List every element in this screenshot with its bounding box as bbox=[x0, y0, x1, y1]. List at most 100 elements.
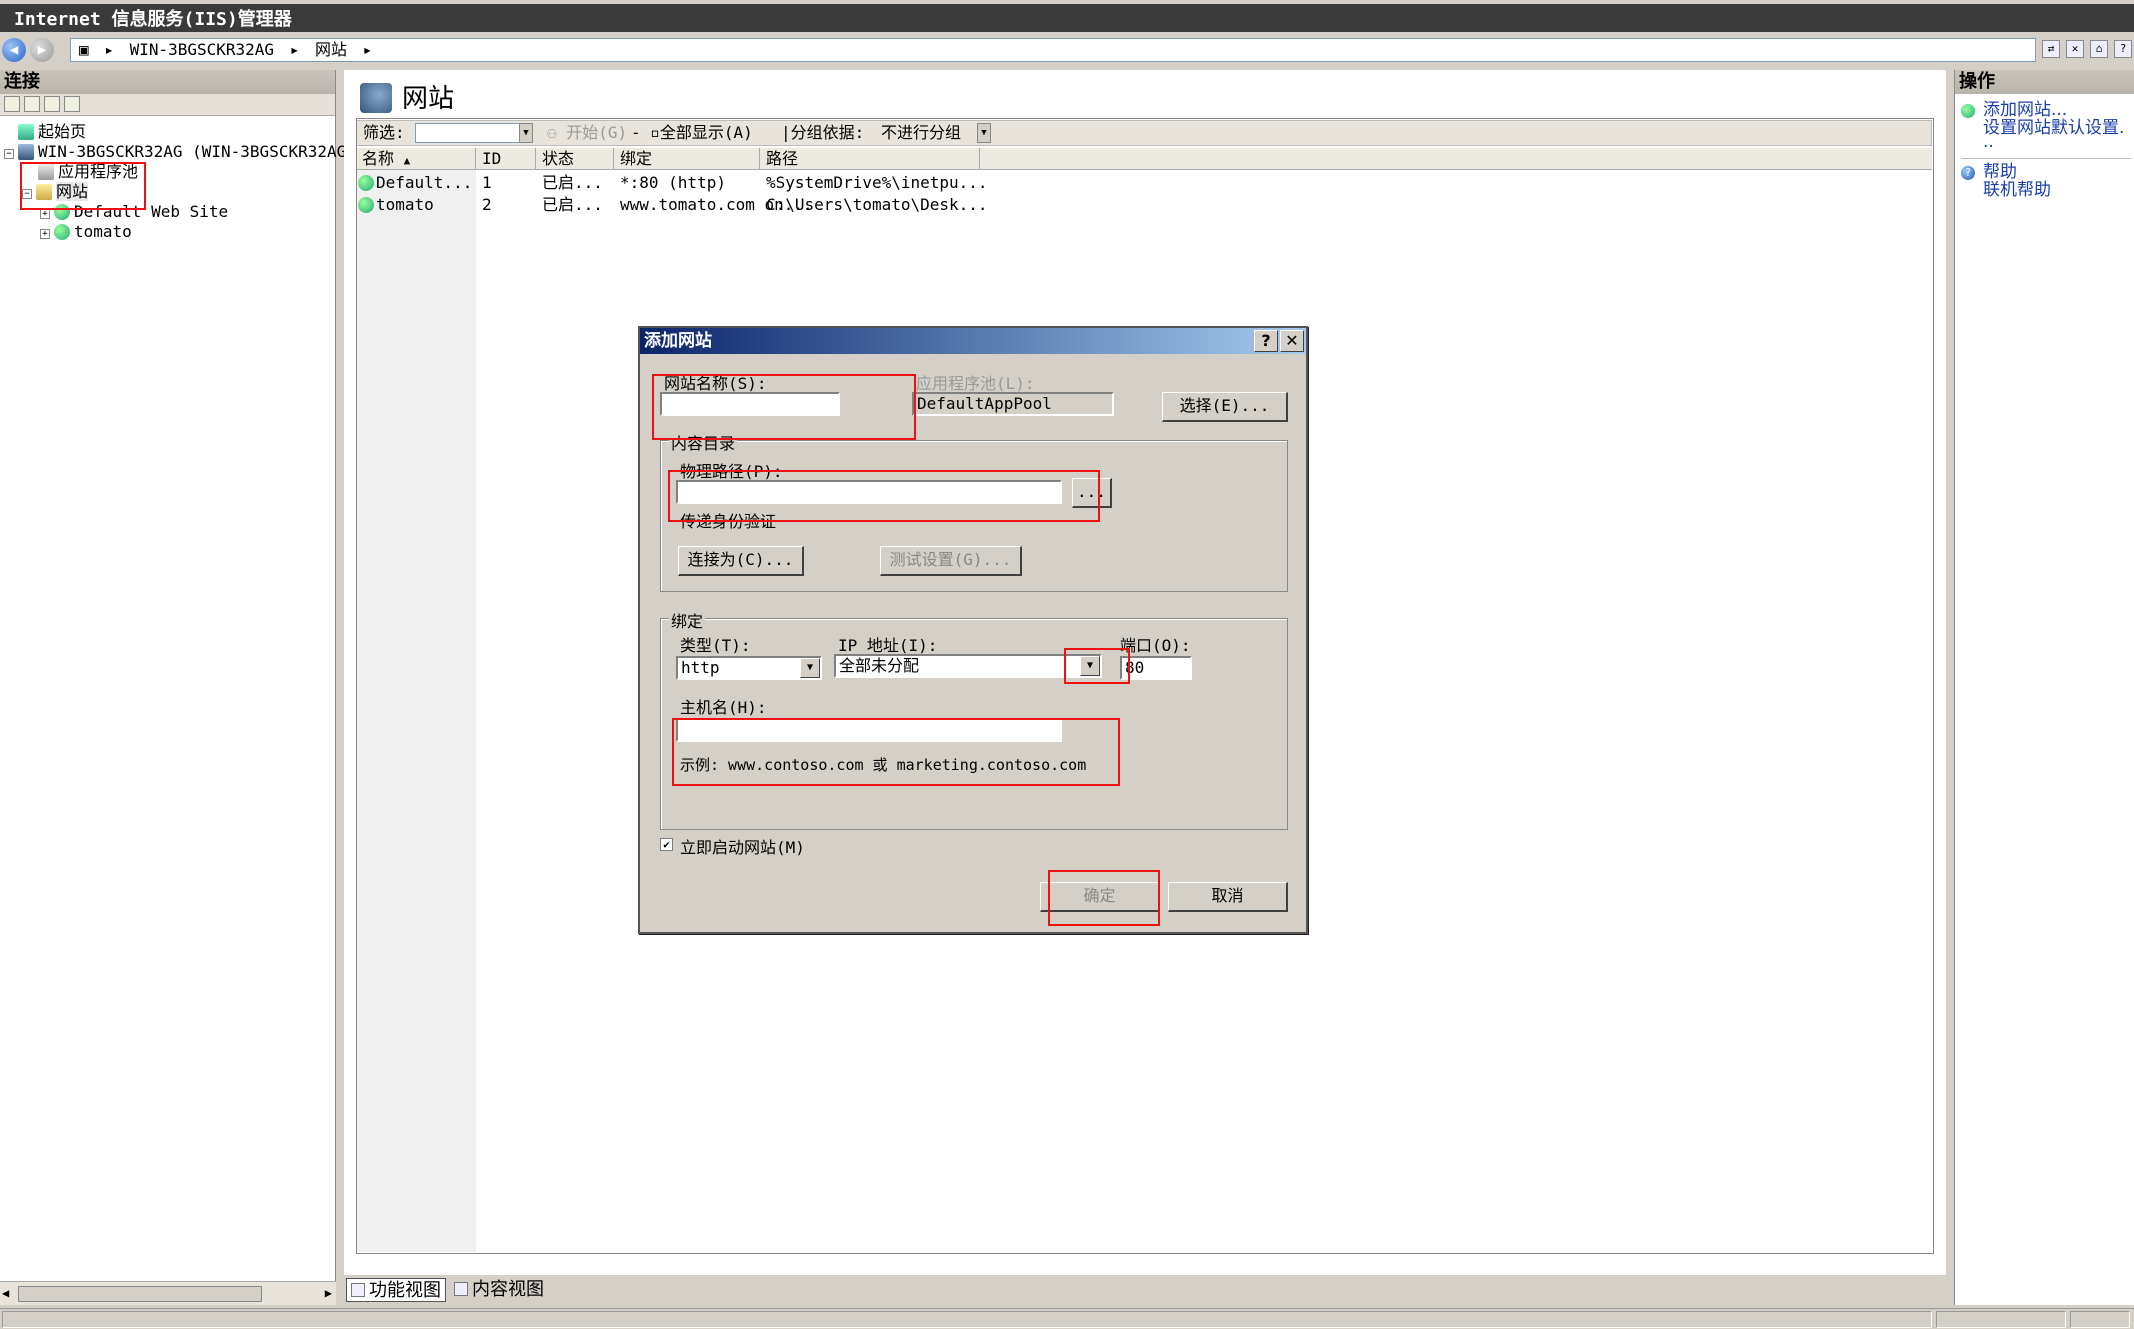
site-defaults-link-cont[interactable]: .. bbox=[1983, 134, 1994, 151]
up-icon[interactable] bbox=[44, 96, 60, 112]
sort-ascending-icon: ▲ bbox=[403, 154, 411, 167]
passthrough-auth-label: 传递身份验证 bbox=[680, 512, 777, 531]
browse-button[interactable]: ... bbox=[1072, 478, 1112, 508]
app-pool-field: DefaultAppPool bbox=[912, 392, 1114, 416]
tab-content-view[interactable]: 内容视图 bbox=[450, 1278, 548, 1302]
tab-features-view[interactable]: 功能视图 bbox=[346, 1278, 446, 1302]
column-header-status[interactable]: 状态 bbox=[536, 148, 614, 170]
table-row[interactable]: tomato 2 已启... www.tomato.com on... C:\U… bbox=[356, 194, 1932, 216]
column-header-path[interactable]: 路径 bbox=[760, 148, 980, 170]
actions-pane: 操作 添加网站... 设置网站默认设置. .. ? 帮助 联机帮助 bbox=[1954, 70, 2134, 1305]
add-site-link[interactable]: 添加网站... bbox=[1983, 100, 2067, 120]
address-separator: ▸ bbox=[104, 40, 114, 59]
address-field[interactable]: ▣ ▸ WIN-3BGSCKR32AG ▸ 网站 ▸ bbox=[70, 38, 2036, 62]
filter-dropdown-icon[interactable]: ▼ bbox=[519, 123, 533, 143]
ok-button[interactable]: 确定 bbox=[1040, 882, 1160, 912]
column-header-id[interactable]: ID bbox=[476, 148, 536, 170]
horizontal-scrollbar[interactable]: ◀ ▶ bbox=[0, 1281, 336, 1305]
group-by-select[interactable]: 不进行分组 bbox=[881, 121, 961, 145]
address-separator: ▸ bbox=[362, 40, 373, 59]
tree-item-sites[interactable]: − 网站 bbox=[22, 182, 89, 202]
tab-label: 内容视图 bbox=[472, 1279, 544, 1300]
app-pool-icon bbox=[38, 164, 54, 180]
filter-input[interactable] bbox=[415, 123, 533, 143]
cell-id: 2 bbox=[482, 195, 492, 214]
type-label: 类型(T): bbox=[680, 636, 751, 655]
refresh-icon[interactable]: ⇄ bbox=[2042, 40, 2060, 58]
home-icon[interactable]: ⌂ bbox=[2090, 40, 2108, 58]
forward-icon[interactable]: ▶ bbox=[30, 38, 54, 62]
sites-icon bbox=[360, 83, 392, 113]
save-icon[interactable] bbox=[24, 96, 40, 112]
physical-path-input[interactable] bbox=[676, 480, 1062, 504]
back-icon[interactable]: ◀ bbox=[2, 38, 26, 62]
page-title-text: 网站 bbox=[402, 84, 455, 114]
disconnect-icon[interactable] bbox=[64, 96, 80, 112]
globe-icon bbox=[358, 194, 378, 216]
features-view-icon bbox=[351, 1283, 365, 1297]
help-icon[interactable]: ? bbox=[2114, 40, 2132, 58]
ip-address-select[interactable]: 全部未分配 ▼ bbox=[834, 654, 1102, 678]
tree-label: 应用程序池 bbox=[58, 162, 139, 181]
tree-item-start-page[interactable]: 起始页 bbox=[18, 122, 86, 142]
help-link[interactable]: 帮助 bbox=[1983, 162, 2017, 182]
scroll-left-icon[interactable]: ◀ bbox=[2, 1286, 9, 1300]
site-defaults-link[interactable]: 设置网站默认设置. bbox=[1983, 118, 2124, 138]
scroll-thumb[interactable] bbox=[18, 1286, 262, 1302]
dialog-title: 添加网站 bbox=[644, 331, 712, 351]
type-select[interactable]: http ▼ bbox=[676, 656, 822, 680]
globe-icon bbox=[54, 224, 70, 240]
column-header-binding[interactable]: 绑定 bbox=[614, 148, 760, 170]
cell-path: C:\Users\tomato\Desk... bbox=[766, 195, 988, 214]
type-value: http bbox=[681, 658, 720, 677]
test-settings-button[interactable]: 测试设置(G)... bbox=[880, 546, 1022, 576]
tree-label: Default Web Site bbox=[74, 202, 229, 221]
stop-icon[interactable]: ✕ bbox=[2066, 40, 2084, 58]
connect-icon[interactable] bbox=[4, 96, 20, 112]
select-app-pool-button[interactable]: 选择(E)... bbox=[1162, 392, 1288, 422]
chevron-down-icon[interactable]: ▼ bbox=[1080, 656, 1100, 676]
connections-pane: 连接 起始页 − WIN-3BGSCKR32AG (WIN-3BGSCKR32AG… bbox=[0, 70, 356, 1305]
cell-status: 已启... bbox=[542, 195, 603, 214]
view-tabs: 功能视图 内容视图 bbox=[344, 1278, 1946, 1304]
port-input[interactable]: 80 bbox=[1120, 656, 1192, 680]
status-segment bbox=[2070, 1311, 2130, 1328]
table-row[interactable]: Default... 1 已启... *:80 (http) %SystemDr… bbox=[356, 172, 1932, 194]
chevron-down-icon[interactable]: ▼ bbox=[800, 658, 820, 678]
cancel-button[interactable]: 取消 bbox=[1168, 882, 1288, 912]
actions-header: 操作 bbox=[1955, 70, 2134, 94]
address-bar: ◀ ▶ ▣ ▸ WIN-3BGSCKR32AG ▸ 网站 ▸ ⇄ ✕ ⌂ ? bbox=[0, 34, 2134, 66]
tree-item-tomato[interactable]: + tomato bbox=[40, 222, 132, 242]
address-crumb-server[interactable]: WIN-3BGSCKR32AG bbox=[130, 40, 275, 59]
dialog-close-button[interactable]: ✕ bbox=[1280, 330, 1304, 352]
cell-id: 1 bbox=[482, 173, 492, 192]
connect-as-button[interactable]: 连接为(C)... bbox=[678, 546, 804, 576]
collapse-icon[interactable]: − bbox=[4, 149, 14, 159]
scroll-right-icon[interactable]: ▶ bbox=[325, 1286, 332, 1300]
start-page-icon bbox=[18, 124, 34, 140]
status-segment bbox=[2, 1311, 1932, 1328]
expand-icon[interactable]: + bbox=[40, 229, 50, 239]
ip-address-label: IP 地址(I): bbox=[838, 636, 938, 655]
show-all-button[interactable]: - ▫全部显示(A) bbox=[631, 121, 753, 145]
column-header-name[interactable]: 名称 ▲ bbox=[356, 148, 476, 170]
tree-label: tomato bbox=[74, 222, 132, 241]
tree-item-server[interactable]: − WIN-3BGSCKR32AG (WIN-3BGSCKR32AG\ bbox=[4, 142, 356, 162]
host-name-input[interactable] bbox=[676, 718, 1062, 742]
group-by-dropdown-icon[interactable]: ▼ bbox=[977, 123, 991, 143]
tree-item-default-site[interactable]: + Default Web Site bbox=[40, 202, 228, 222]
dialog-help-button[interactable]: ? bbox=[1254, 330, 1278, 352]
help-icon: ? bbox=[1961, 166, 1975, 180]
filter-bar: 筛选: ▼ ⚇ 开始(G) - ▫全部显示(A) |分组依据: 不进行分组 ▼ bbox=[356, 120, 1932, 146]
expand-icon[interactable]: + bbox=[40, 209, 50, 219]
start-now-checkbox[interactable]: ✔ bbox=[660, 838, 673, 851]
collapse-icon[interactable]: − bbox=[22, 189, 32, 199]
address-crumb-sites[interactable]: 网站 bbox=[315, 40, 347, 59]
online-help-link[interactable]: 联机帮助 bbox=[1983, 180, 2051, 200]
site-name-input[interactable] bbox=[660, 392, 840, 416]
group-by-text: 分组依据: bbox=[790, 123, 865, 142]
start-filter-button[interactable]: ⚇ 开始(G) bbox=[547, 121, 627, 145]
tree-item-app-pools[interactable]: 应用程序池 bbox=[38, 162, 138, 182]
add-website-dialog: 添加网站 ? ✕ 网站名称(S): 应用程序池(L): DefaultAppPo… bbox=[638, 326, 1308, 934]
group-by-label: |分组依据: bbox=[781, 123, 865, 142]
